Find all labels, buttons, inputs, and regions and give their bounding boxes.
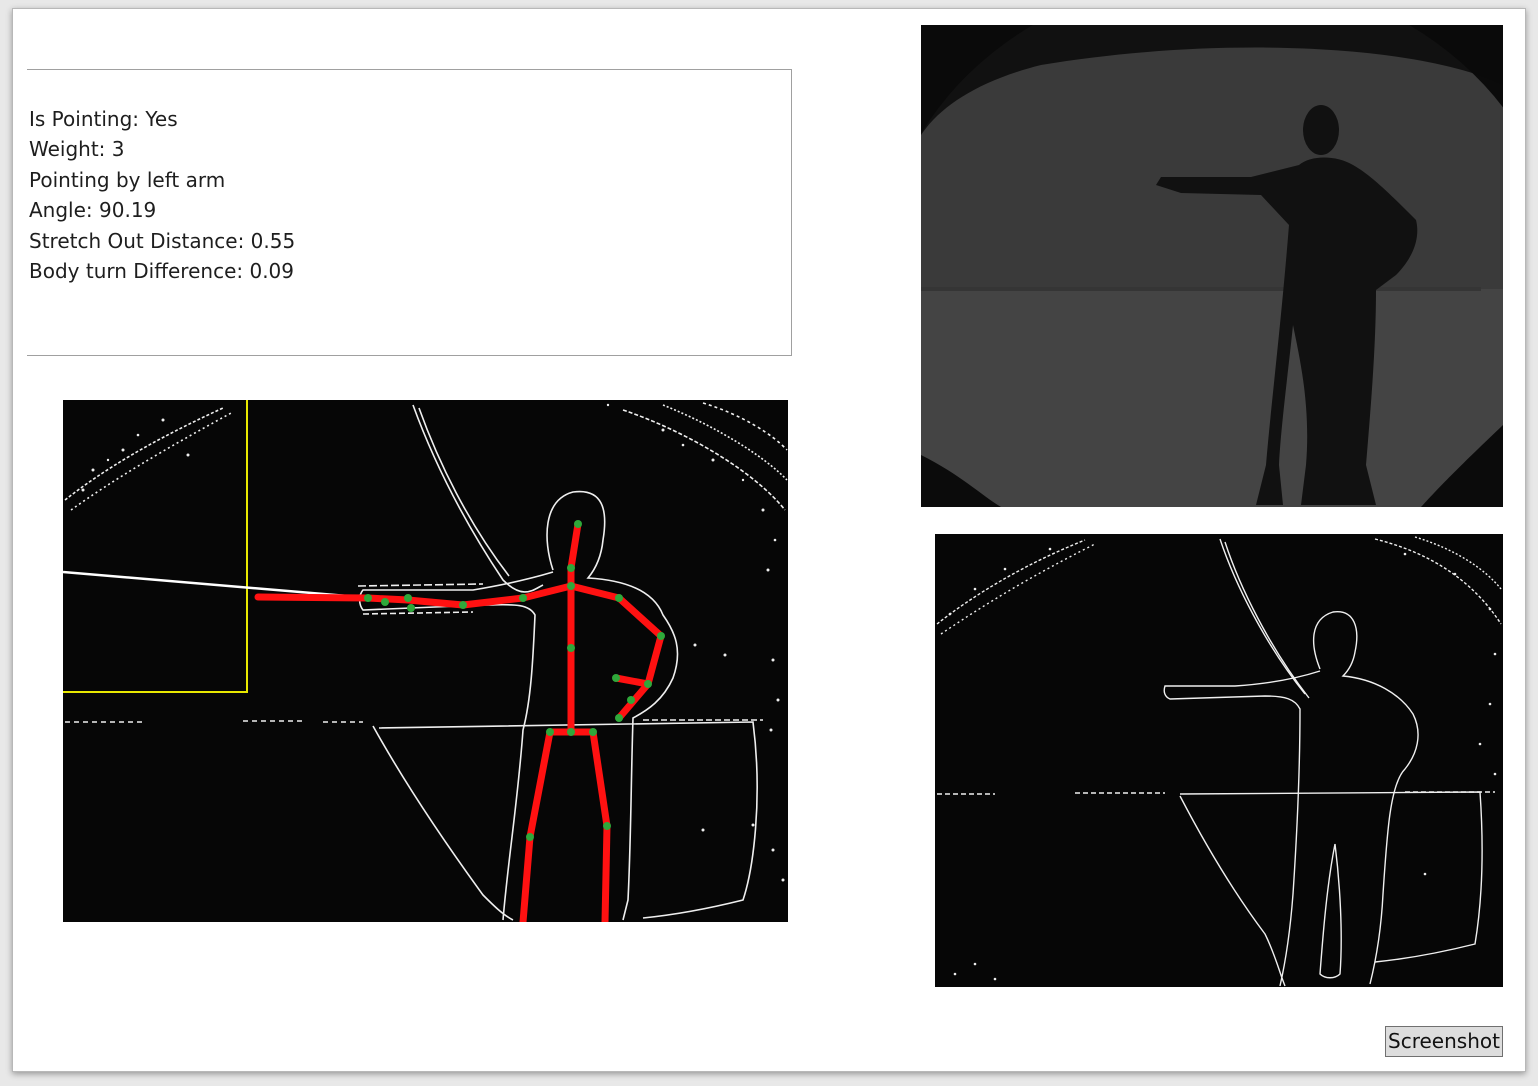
screenshot-button[interactable]: Screenshot [1385, 1026, 1503, 1057]
pointing-info-panel: Is Pointing: Yes Weight: 3 Pointing by l… [27, 69, 792, 356]
weight-text: Weight: 3 [29, 137, 125, 162]
angle-text: Angle: 90.19 [29, 198, 157, 223]
pointing-arm-text: Pointing by left arm [29, 167, 226, 192]
body-turn-text: Body turn Difference: 0.09 [29, 259, 294, 284]
is-pointing-text: Is Pointing: Yes [29, 107, 178, 131]
edge-image [935, 534, 1503, 987]
stretch-distance-text: Stretch Out Distance: 0.55 [29, 228, 296, 253]
depth-floor [921, 289, 1503, 507]
edge-image-view [935, 534, 1503, 987]
skeleton-edge-view [63, 400, 788, 922]
depth-image [921, 25, 1503, 507]
skeleton-edge-image [63, 400, 788, 922]
app-window: Is Pointing: Yes Weight: 3 Pointing by l… [12, 8, 1526, 1072]
info-lines: Is Pointing: Yes Weight: 3 Pointing by l… [29, 104, 295, 286]
depth-image-view [921, 25, 1503, 507]
